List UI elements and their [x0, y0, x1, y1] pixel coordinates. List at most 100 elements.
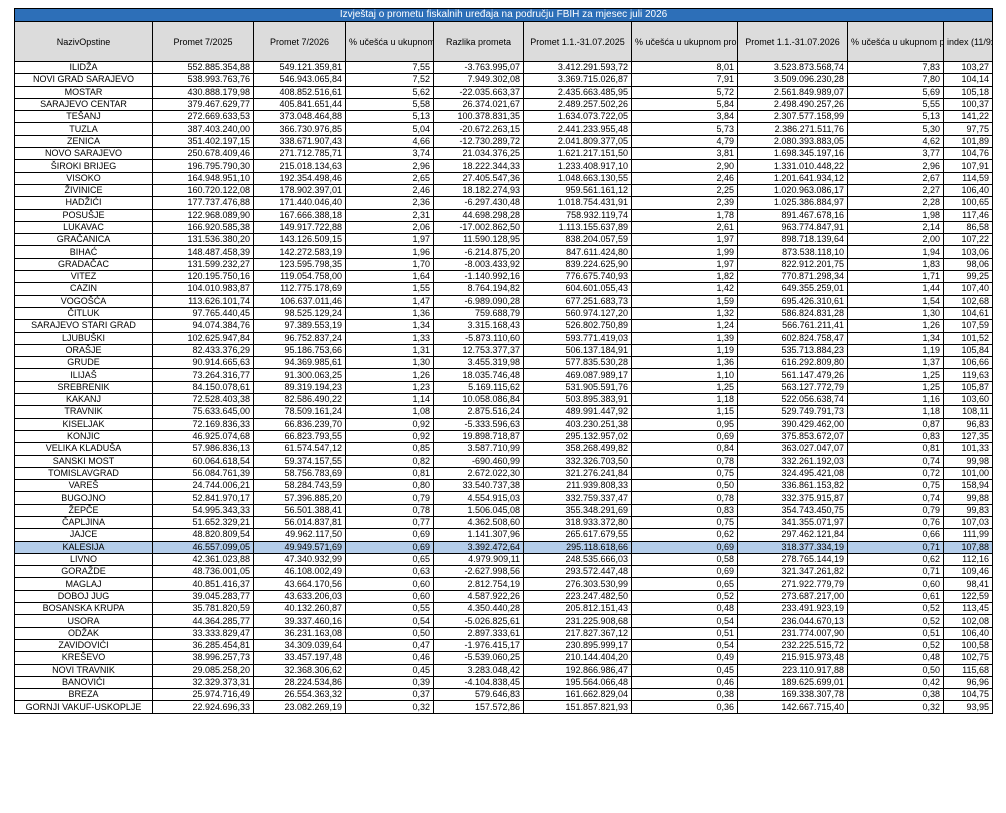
municipality-name-cell: GRAČANICA: [14, 233, 153, 247]
value-cell: 770.871.298,34: [737, 270, 848, 284]
value-cell: 196.795.790,30: [152, 159, 254, 173]
value-cell: 695.426.310,61: [737, 294, 848, 308]
value-cell: 98.525.129,24: [253, 306, 346, 321]
value-cell: 211.939.808,33: [523, 479, 632, 493]
value-cell: 103,60: [942, 393, 994, 407]
value-cell: 108,11: [942, 405, 994, 419]
value-cell: 1,36: [631, 356, 738, 370]
value-cell: 1,30: [345, 356, 434, 370]
value-cell: 1,44: [847, 282, 944, 296]
value-cell: 847.611.424,80: [523, 245, 632, 259]
value-cell: 58.284.743,59: [253, 479, 346, 493]
value-cell: 104,61: [942, 306, 994, 321]
value-cell: 107,59: [942, 319, 994, 333]
table-row: POSUŠJE 122.968.089,90 167.666.388,18 2,31 4…: [14, 208, 994, 222]
value-cell: 91.300.063,25: [253, 368, 346, 382]
value-cell: 107,03: [942, 515, 994, 530]
value-cell: 0,54: [345, 614, 434, 628]
value-cell: 35.781.820,59: [152, 602, 254, 616]
value-cell: 3,74: [345, 147, 434, 161]
municipality-name-cell: BUGOJNO: [14, 491, 153, 505]
value-cell: 114,59: [942, 171, 994, 185]
column-header: % učešća u ukupnom prometu 2025: [631, 21, 738, 62]
municipality-name-cell: NOVO SARAJEVO: [14, 147, 153, 161]
value-cell: 0,78: [345, 503, 434, 517]
value-cell: 271.922.779,79: [737, 577, 848, 591]
table-row: GRADAČAC 131.599.232,27 123.595.798,35 1,70…: [14, 257, 994, 272]
value-cell: 1.018.754.431,91: [523, 196, 632, 210]
value-cell: 538.993.763,76: [152, 73, 254, 87]
value-cell: -17.002.862,50: [433, 220, 524, 235]
value-cell: 963.774.847,91: [737, 220, 848, 235]
value-cell: 98,06: [942, 257, 994, 272]
column-header: % učešća u ukupnom prometu 2026: [847, 21, 944, 62]
value-cell: 1,25: [847, 380, 944, 395]
value-cell: 4.587.922,26: [433, 589, 524, 604]
value-cell: 506.137.184,91: [523, 343, 632, 358]
value-cell: 112.775.178,69: [253, 282, 346, 296]
value-cell: 390.429.462,00: [737, 417, 848, 431]
value-cell: 560.974.127,20: [523, 306, 632, 321]
municipality-name-cell: BANOVIĆI: [14, 675, 153, 690]
value-cell: 278.765.144,19: [737, 552, 848, 567]
table-row: SANSKI MOST 60.064.618,54 59.374.157,55 0,8…: [14, 454, 994, 468]
column-header: Promet 1.1.-31.07.2026: [737, 21, 848, 62]
value-cell: 2.489.257.502,26: [523, 97, 632, 112]
value-cell: 166.920.585,38: [152, 220, 254, 235]
value-cell: 0,77: [345, 515, 434, 530]
value-cell: 0,52: [847, 602, 944, 616]
value-cell: 586.824.831,28: [737, 306, 848, 321]
value-cell: 40.132.260,87: [253, 602, 346, 616]
value-cell: 3.392.472,64: [433, 540, 524, 554]
value-cell: 122.968.089,90: [152, 208, 254, 222]
value-cell: 59.374.157,55: [253, 454, 346, 468]
value-cell: -3.763.995,07: [433, 60, 524, 75]
value-cell: 127,35: [942, 429, 994, 444]
value-cell: 106,40: [942, 183, 994, 198]
value-cell: 1,83: [847, 257, 944, 272]
value-cell: 0,47: [345, 638, 434, 653]
value-cell: 1,33: [345, 331, 434, 345]
value-cell: 56.014.837,81: [253, 515, 346, 530]
table-row: KREŠEVO 38.996.257,73 33.457.197,48 0,46 -5.…: [14, 651, 994, 665]
value-cell: 51.652.329,21: [152, 515, 254, 530]
value-cell: 18.222.344,33: [433, 159, 524, 173]
value-cell: 160.720.122,08: [152, 183, 254, 198]
value-cell: 189.625.699,01: [737, 675, 848, 690]
value-cell: 0,95: [631, 417, 738, 431]
value-cell: 649.355.259,01: [737, 282, 848, 296]
value-cell: 4.554.915,03: [433, 491, 524, 505]
municipality-name-cell: USORA: [14, 614, 153, 628]
value-cell: 0,81: [847, 442, 944, 456]
value-cell: 56.501.388,41: [253, 503, 346, 517]
value-cell: 105,84: [942, 343, 994, 358]
value-cell: -5.539.060,25: [433, 651, 524, 665]
value-cell: 351.402.197,15: [152, 134, 254, 149]
value-cell: 0,55: [345, 602, 434, 616]
table-row: BREZA 25.974.716,49 26.554.363,32 0,37 579.6…: [14, 688, 994, 702]
value-cell: 1,25: [631, 380, 738, 395]
value-cell: 119.054.758,00: [253, 270, 346, 284]
value-cell: 1,34: [345, 319, 434, 333]
value-cell: 12.753.377,37: [433, 343, 524, 358]
value-cell: 3.369.715.026,87: [523, 73, 632, 87]
value-cell: 1,36: [345, 306, 434, 321]
value-cell: 95.186.753,66: [253, 343, 346, 358]
value-cell: 563.127.772,79: [737, 380, 848, 395]
value-cell: 0,52: [847, 638, 944, 653]
value-cell: 5,62: [345, 85, 434, 99]
value-cell: 2,46: [345, 183, 434, 198]
report-container: Izvještaj o prometu fiskalnih uređaja na…: [13, 8, 994, 714]
value-cell: 4,66: [345, 134, 434, 149]
value-cell: 97,75: [942, 122, 994, 136]
value-cell: 231.774.007,90: [737, 626, 848, 640]
value-cell: 82.433.376,29: [152, 343, 254, 358]
value-cell: 36.231.163,08: [253, 626, 346, 640]
value-cell: 1.621.217.151,50: [523, 147, 632, 161]
value-cell: 489.991.447,92: [523, 405, 632, 419]
municipality-name-cell: HADŽIĆI: [14, 196, 153, 210]
value-cell: 3,81: [631, 147, 738, 161]
value-cell: 297.462.121,84: [737, 528, 848, 542]
report-title: Izvještaj o prometu fiskalnih uređaja na…: [13, 8, 994, 22]
value-cell: 205.812.151,43: [523, 602, 632, 616]
